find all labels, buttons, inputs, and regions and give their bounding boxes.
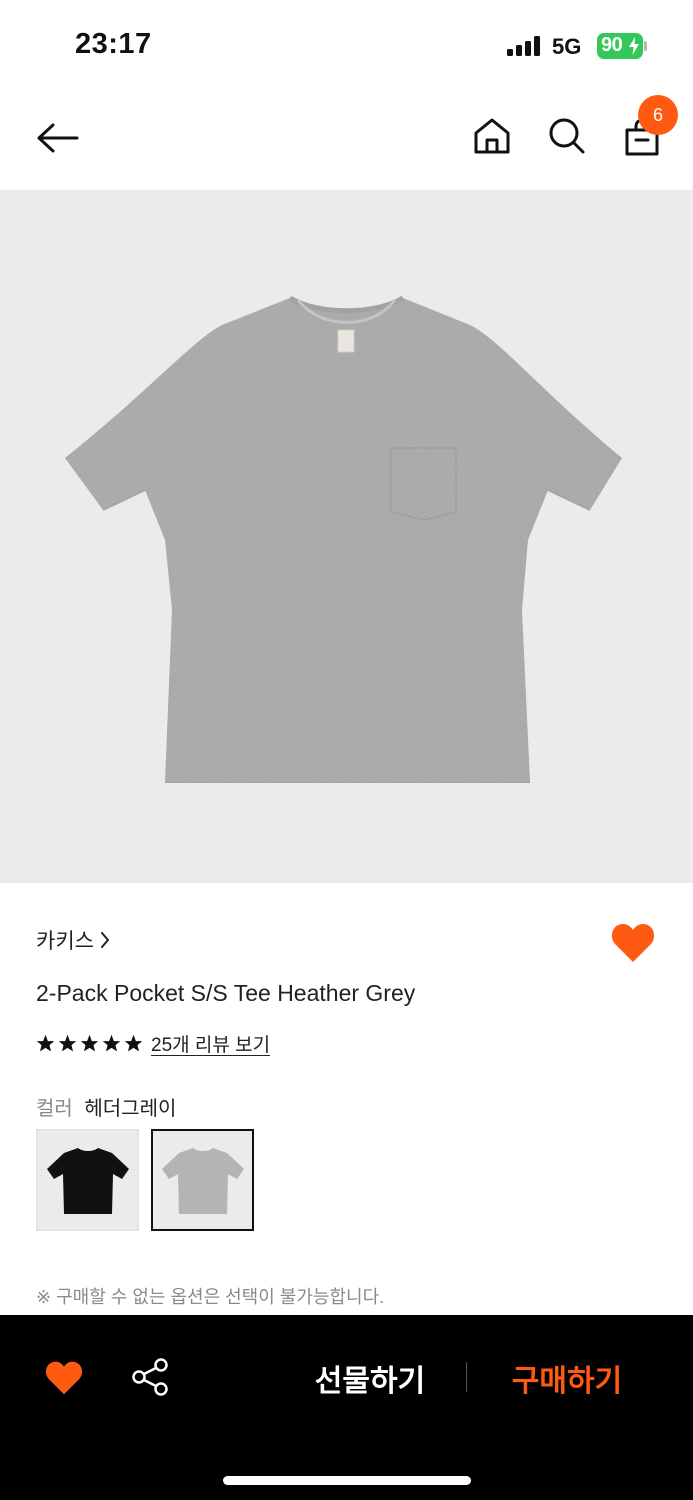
star-icon bbox=[102, 1034, 121, 1052]
brand-name: 카키스 bbox=[36, 930, 94, 953]
status-bar: 23:17 5G 90 bbox=[0, 0, 693, 90]
bottom-heart-icon[interactable] bbox=[44, 1360, 84, 1401]
color-row: 컬러 헤더그레이 bbox=[36, 1092, 176, 1121]
nav-bar bbox=[0, 90, 693, 190]
product-title: 2-Pack Pocket S/S Tee Heather Grey bbox=[36, 980, 416, 1006]
signal-icon bbox=[507, 36, 543, 56]
star-icon bbox=[124, 1034, 143, 1052]
color-swatches bbox=[36, 1129, 254, 1231]
star-icon bbox=[58, 1034, 77, 1052]
swatch-heather-grey[interactable] bbox=[151, 1129, 254, 1231]
product-image[interactable] bbox=[0, 190, 693, 883]
home-icon[interactable] bbox=[466, 110, 518, 162]
battery-icon: 90 bbox=[597, 33, 643, 59]
back-arrow-icon[interactable] bbox=[30, 110, 86, 166]
swatch-black[interactable] bbox=[36, 1129, 139, 1231]
brand-link[interactable]: 카키스 bbox=[36, 925, 110, 955]
gift-button[interactable]: 선물하기 bbox=[300, 1352, 440, 1404]
option-notice: ※ 구매할 수 없는 옵션은 선택이 불가능합니다. bbox=[36, 1287, 385, 1307]
color-label: 컬러 bbox=[36, 1098, 73, 1120]
share-icon[interactable] bbox=[130, 1357, 170, 1402]
home-indicator[interactable] bbox=[223, 1476, 471, 1485]
search-icon[interactable] bbox=[541, 110, 593, 162]
review-link[interactable]: 25개 리뷰 보기 bbox=[151, 1030, 270, 1057]
buy-button[interactable]: 구매하기 bbox=[497, 1352, 637, 1404]
network-label: 5G bbox=[552, 34, 582, 59]
grey-tee-thumbnail bbox=[161, 1148, 244, 1214]
rating-row: 25개 리뷰 보기 bbox=[36, 1030, 270, 1057]
chevron-right-icon bbox=[100, 932, 109, 948]
star-icon bbox=[80, 1034, 99, 1052]
cart-count-badge: 6 bbox=[638, 95, 678, 135]
charging-bolt-icon bbox=[629, 37, 639, 55]
battery-level: 90 bbox=[601, 34, 623, 56]
battery-cap bbox=[644, 41, 647, 51]
color-value: 헤더그레이 bbox=[84, 1098, 177, 1120]
star-rating bbox=[36, 1034, 143, 1053]
star-icon bbox=[36, 1034, 55, 1052]
bottom-action-bar bbox=[0, 1315, 693, 1500]
status-time: 23:17 bbox=[75, 28, 152, 60]
bottom-divider bbox=[466, 1362, 467, 1392]
black-tee-thumbnail bbox=[46, 1148, 129, 1214]
tshirt-image bbox=[65, 295, 622, 783]
wishlist-heart-icon[interactable] bbox=[610, 922, 656, 969]
